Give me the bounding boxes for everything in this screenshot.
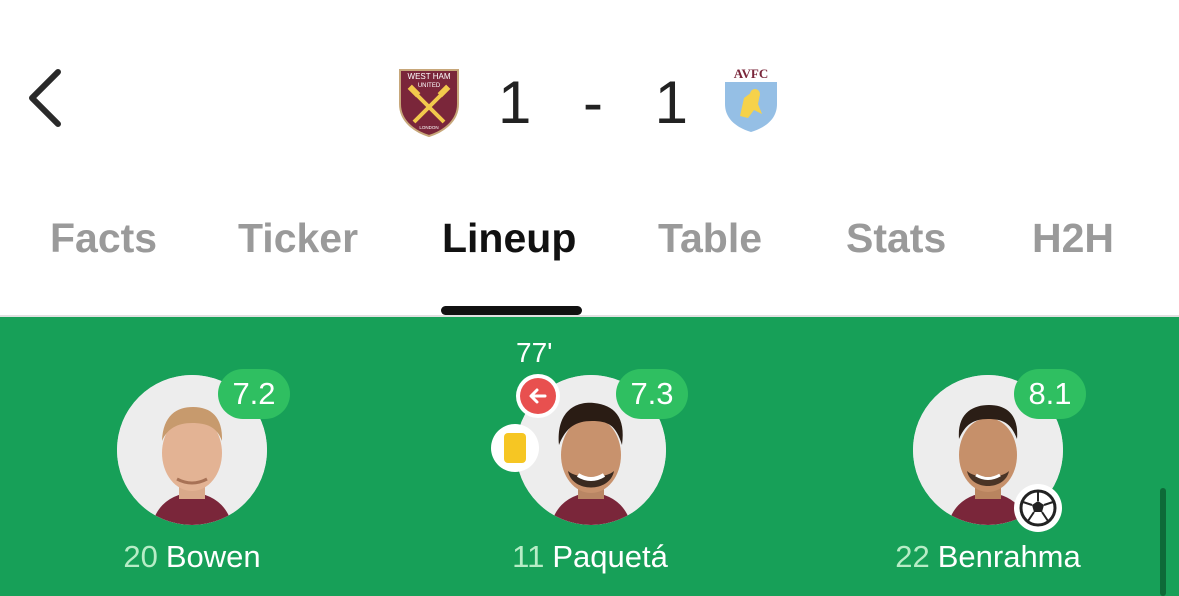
lineup-pitch: 7.2 20 Bowen 77' 7.3 11 Paquetá 8.1 22 B… bbox=[0, 317, 1179, 596]
match-header: WEST HAM UNITED LONDON 1 - 1 AVFC Facts … bbox=[0, 0, 1179, 316]
tab-facts[interactable]: Facts bbox=[50, 215, 157, 262]
home-team-crest[interactable]: WEST HAM UNITED LONDON bbox=[396, 66, 462, 138]
svg-text:UNITED: UNITED bbox=[418, 83, 441, 89]
active-tab-indicator bbox=[441, 306, 582, 315]
west-ham-crest-icon: WEST HAM UNITED LONDON bbox=[399, 69, 459, 138]
player-name: Paquetá bbox=[552, 539, 668, 574]
svg-text:AVFC: AVFC bbox=[734, 66, 768, 81]
score: 1 - 1 bbox=[498, 62, 688, 142]
tab-h2h[interactable]: H2H bbox=[1032, 215, 1114, 262]
yellow-card-icon bbox=[504, 433, 526, 463]
player-number: 22 bbox=[895, 539, 930, 574]
away-team-crest[interactable]: AVFC bbox=[722, 64, 780, 134]
player-rating: 8.1 bbox=[1014, 369, 1086, 419]
goal-badge bbox=[1014, 484, 1062, 532]
football-icon bbox=[1019, 489, 1057, 527]
away-score: 1 bbox=[654, 68, 688, 136]
player-number: 11 bbox=[512, 539, 545, 574]
arrow-left-icon bbox=[529, 388, 547, 404]
substitution-out-badge bbox=[516, 374, 560, 418]
player-rating: 7.2 bbox=[218, 369, 290, 419]
home-score: 1 bbox=[498, 68, 532, 136]
scrollbar[interactable] bbox=[1160, 488, 1166, 596]
player-name-label: 11 Paquetá bbox=[470, 539, 710, 575]
back-button[interactable] bbox=[20, 62, 80, 134]
player-name: Benrahma bbox=[937, 539, 1081, 574]
aston-villa-crest-icon: AVFC bbox=[725, 66, 777, 132]
svg-text:WEST HAM: WEST HAM bbox=[408, 72, 451, 81]
player-rating: 7.3 bbox=[616, 369, 688, 419]
svg-text:LONDON: LONDON bbox=[419, 125, 438, 130]
player-card-benrahma[interactable]: 8.1 22 Benrahma bbox=[868, 317, 1108, 596]
score-separator: - bbox=[583, 68, 603, 136]
player-name: Bowen bbox=[165, 539, 261, 574]
player-name-label: 20 Bowen bbox=[72, 539, 312, 575]
substitution-time: 77' bbox=[516, 337, 553, 368]
player-card-paqueta[interactable]: 77' 7.3 11 Paquetá bbox=[470, 317, 710, 596]
player-number: 20 bbox=[123, 539, 158, 574]
tab-stats[interactable]: Stats bbox=[846, 215, 946, 262]
player-card-bowen[interactable]: 7.2 20 Bowen bbox=[72, 317, 312, 596]
yellow-card-badge bbox=[491, 424, 539, 472]
tab-ticker[interactable]: Ticker bbox=[238, 215, 358, 262]
tab-lineup[interactable]: Lineup bbox=[442, 215, 576, 262]
chevron-left-icon bbox=[29, 69, 61, 127]
tab-table[interactable]: Table bbox=[658, 215, 762, 262]
tab-bar: Facts Ticker Lineup Table Stats H2H bbox=[0, 205, 1179, 277]
player-name-label: 22 Benrahma bbox=[868, 539, 1108, 575]
